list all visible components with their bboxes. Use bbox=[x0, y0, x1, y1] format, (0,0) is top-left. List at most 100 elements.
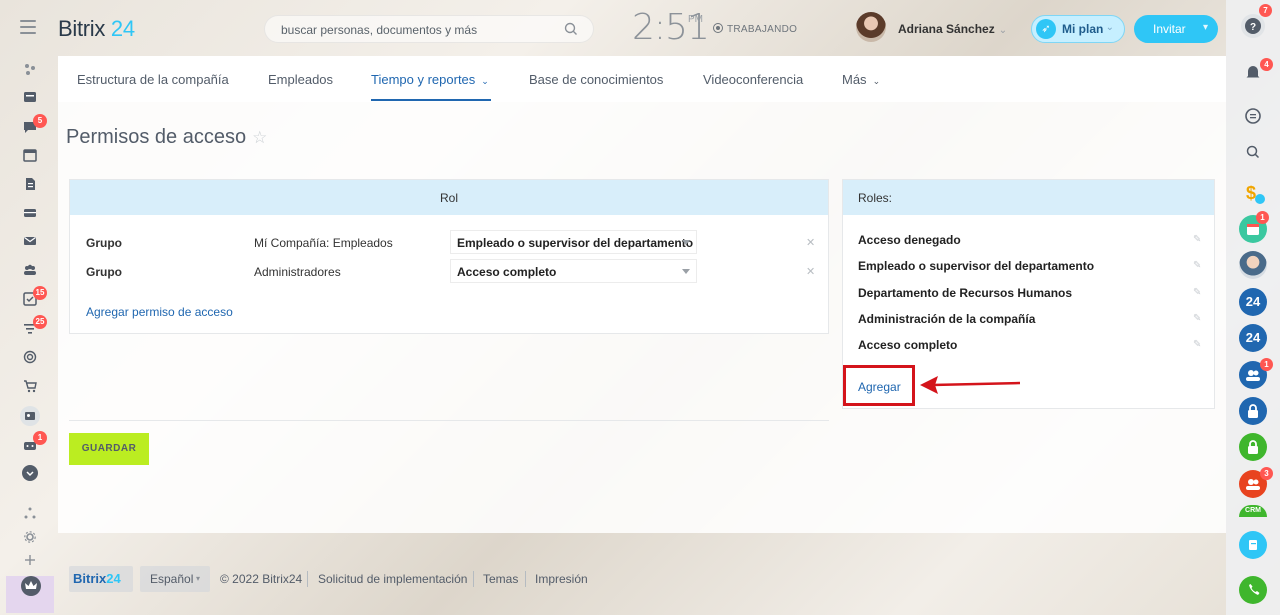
chevron-down-icon: ▾ bbox=[196, 574, 201, 583]
user-name: Adriana Sánchez bbox=[898, 22, 995, 36]
tab-employees[interactable]: Empleados bbox=[268, 72, 333, 87]
avatar[interactable] bbox=[856, 12, 886, 42]
work-status[interactable]: TRABAJANDO bbox=[713, 22, 797, 35]
more-icon[interactable] bbox=[22, 465, 38, 481]
menu-icon[interactable] bbox=[20, 20, 36, 34]
close-icon[interactable]: ✕ bbox=[806, 265, 815, 278]
sitemap-icon[interactable] bbox=[23, 506, 37, 520]
feed-icon[interactable] bbox=[23, 62, 37, 76]
tab-time-reports[interactable]: Tiempo y reportes ⌄ bbox=[371, 72, 489, 87]
target-icon[interactable] bbox=[23, 350, 37, 364]
chevron-down-icon: ⌄ bbox=[1105, 22, 1114, 33]
roles-header-label: Roles: bbox=[858, 191, 893, 205]
svg-text:$: $ bbox=[1246, 183, 1256, 203]
subject-type: Grupo bbox=[86, 265, 122, 279]
cart-icon[interactable] bbox=[23, 379, 37, 393]
print-link[interactable]: Impresión bbox=[535, 572, 588, 586]
groups-icon[interactable] bbox=[23, 263, 37, 277]
crown-icon[interactable] bbox=[21, 576, 41, 596]
save-button[interactable]: GUARDAR bbox=[69, 433, 149, 465]
language-label: Español bbox=[150, 572, 194, 586]
help-icon[interactable]: ? bbox=[1241, 14, 1265, 38]
footer-logo[interactable]: Bitrix24 bbox=[69, 566, 133, 592]
drive-icon[interactable] bbox=[23, 206, 37, 220]
tab-more[interactable]: Más ⌄ bbox=[842, 72, 880, 87]
table-row: Grupo Mí Compañía: Empleados Empleado o … bbox=[70, 230, 828, 256]
work-status-label: TRABAJANDO bbox=[727, 24, 798, 35]
right-sidebar: ? 7 4 $ 1 24 24 1 3 CRM bbox=[1226, 0, 1280, 615]
main-panel: Estructura de la compañía Empleados Tiem… bbox=[58, 56, 1226, 533]
copyright: © 2022 Bitrix24 bbox=[220, 572, 303, 586]
role-item[interactable]: Departamento de Recursos Humanos bbox=[858, 286, 1072, 300]
themes-link[interactable]: Temas bbox=[483, 572, 518, 586]
search-icon[interactable] bbox=[1241, 140, 1265, 164]
tab-videoconference[interactable]: Videoconferencia bbox=[703, 72, 803, 87]
news-icon[interactable] bbox=[23, 90, 37, 104]
bitrix24-label: 24 bbox=[1245, 294, 1261, 309]
record-icon bbox=[713, 23, 723, 33]
bitrix24-label: 24 bbox=[1245, 330, 1261, 345]
page-title: Permisos de acceso ☆ bbox=[66, 126, 267, 149]
gear-icon[interactable] bbox=[23, 530, 37, 544]
implementation-link[interactable]: Solicitud de implementación bbox=[318, 572, 467, 586]
page-title-text: Permisos de acceso bbox=[66, 126, 247, 148]
add-permission-link[interactable]: Agregar permiso de acceso bbox=[86, 305, 233, 319]
footer-logo-number: 24 bbox=[106, 571, 121, 586]
edit-icon[interactable]: ✎ bbox=[1193, 234, 1201, 245]
invite-button[interactable]: Invitar ▾ bbox=[1134, 15, 1218, 43]
star-icon[interactable]: ☆ bbox=[252, 128, 267, 147]
lock-icon[interactable] bbox=[1239, 397, 1267, 425]
lock-icon[interactable] bbox=[1239, 433, 1267, 461]
role-item[interactable]: Empleado o supervisor del departamento bbox=[858, 259, 1094, 273]
contact-avatar[interactable] bbox=[1239, 251, 1267, 279]
robot-badge: 1 bbox=[33, 431, 47, 445]
logo-prefix: Bitrix bbox=[58, 16, 106, 41]
role-item[interactable]: Acceso denegado bbox=[858, 233, 961, 247]
role-item[interactable]: Acceso completo bbox=[858, 338, 957, 352]
group-b-badge: 3 bbox=[1260, 467, 1273, 480]
search-input[interactable]: buscar personas, documentos y más bbox=[264, 15, 594, 43]
add-role-link[interactable]: Agregar bbox=[858, 380, 901, 394]
copy-icon[interactable] bbox=[1239, 531, 1267, 559]
subject-type: Grupo bbox=[86, 236, 122, 250]
my-plan-button[interactable]: ➶ Mi plan ⌄ bbox=[1031, 15, 1125, 43]
chevron-down-icon bbox=[682, 269, 690, 274]
edit-icon[interactable]: ✎ bbox=[1193, 339, 1201, 350]
chat-badge: 5 bbox=[33, 114, 47, 128]
bitrix24-icon[interactable]: 24 bbox=[1239, 288, 1267, 316]
contacts-icon[interactable] bbox=[20, 406, 40, 426]
chevron-down-icon bbox=[682, 240, 690, 245]
bitrix24-icon[interactable]: 24 bbox=[1239, 324, 1267, 352]
language-select[interactable]: Español ▾ bbox=[140, 566, 210, 592]
crm-icon[interactable]: CRM bbox=[1239, 505, 1267, 517]
tab-knowledge-base[interactable]: Base de conocimientos bbox=[529, 72, 663, 87]
edit-icon[interactable]: ✎ bbox=[1193, 287, 1201, 298]
phone-icon[interactable] bbox=[1239, 576, 1267, 604]
separator bbox=[307, 571, 308, 587]
sales-icon[interactable]: $ bbox=[1239, 178, 1267, 206]
plus-icon[interactable] bbox=[23, 553, 37, 567]
subject-name: Mí Compañía: Empleados bbox=[254, 236, 393, 250]
table-row: Grupo Administradores Acceso completo ✕ bbox=[70, 259, 828, 285]
chat-bubble-icon[interactable] bbox=[1241, 104, 1265, 128]
subject-name: Administradores bbox=[254, 265, 341, 279]
clock-period: PM bbox=[688, 14, 703, 25]
role-select[interactable]: Empleado o supervisor del departamento bbox=[450, 230, 697, 254]
help-badge: 7 bbox=[1259, 4, 1272, 17]
document-icon[interactable] bbox=[23, 177, 37, 191]
top-header: Bitrix 24 buscar personas, documentos y … bbox=[0, 0, 1226, 56]
role-select[interactable]: Acceso completo bbox=[450, 259, 697, 283]
edit-icon[interactable]: ✎ bbox=[1193, 313, 1201, 324]
close-icon[interactable]: ✕ bbox=[806, 236, 815, 249]
calendar-icon[interactable] bbox=[23, 148, 37, 162]
role-select-value: Empleado o supervisor del departamento bbox=[457, 236, 694, 250]
user-menu[interactable]: Adriana Sánchez ⌄ bbox=[898, 22, 1007, 36]
tab-label: Más bbox=[842, 72, 867, 87]
role-select-value: Acceso completo bbox=[457, 265, 557, 279]
logo[interactable]: Bitrix 24 bbox=[58, 16, 135, 42]
mail-icon[interactable] bbox=[23, 234, 37, 248]
edit-icon[interactable]: ✎ bbox=[1193, 260, 1201, 271]
role-item[interactable]: Administración de la compañía bbox=[858, 312, 1035, 326]
roles-header: Roles: bbox=[843, 180, 1214, 215]
tab-company-structure[interactable]: Estructura de la compañía bbox=[77, 72, 229, 87]
